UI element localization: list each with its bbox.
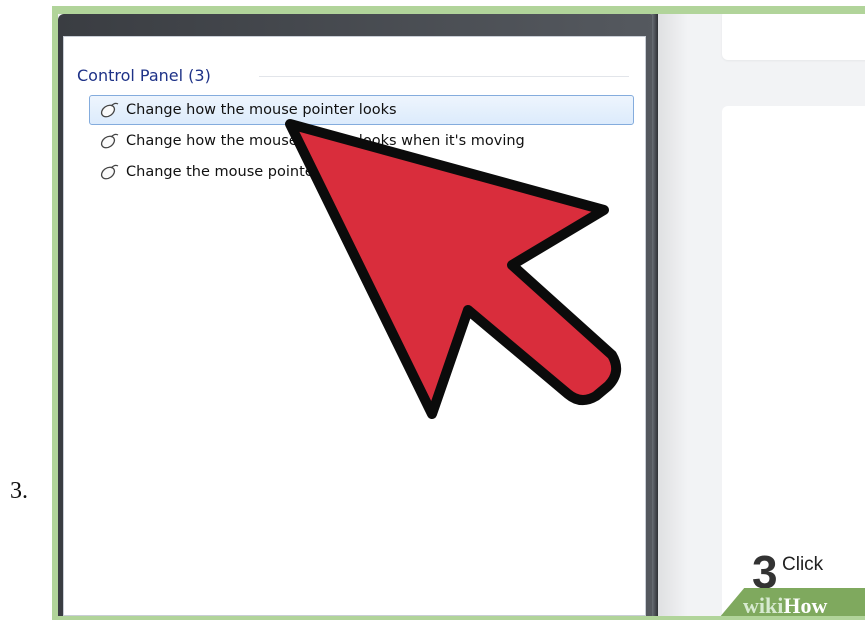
mouse-icon [100,102,119,118]
right-card [722,106,865,616]
step-text: Click [782,554,824,575]
search-results-panel: Control Panel (3) Change how the mouse p… [63,36,646,616]
step-number-label: 3. [10,478,28,504]
wikihow-watermark: wikiHow [743,593,827,616]
right-card-top [722,14,865,60]
header-divider [259,76,629,77]
watermark-how: How [783,593,828,616]
result-change-pointer-looks[interactable]: Change how the mouse pointer looks [89,95,634,125]
result-change-pointer-display[interactable]: Change the mouse pointer display or spee… [89,157,634,187]
result-label: Change how the mouse pointer looks [126,102,397,118]
result-label: Change how the mouse pointer looks when … [126,133,525,149]
result-label: Change the mouse pointer display or spee… [126,164,444,180]
result-change-pointer-moving[interactable]: Change how the mouse pointer looks when … [89,126,634,156]
screenshot: Control Panel (3) Change how the mouse p… [58,14,865,616]
window-shadow [658,14,688,616]
mouse-icon [100,133,119,149]
control-panel-header: Control Panel (3) [77,66,211,85]
watermark-wiki: wiki [743,593,784,616]
mouse-icon [100,164,119,180]
